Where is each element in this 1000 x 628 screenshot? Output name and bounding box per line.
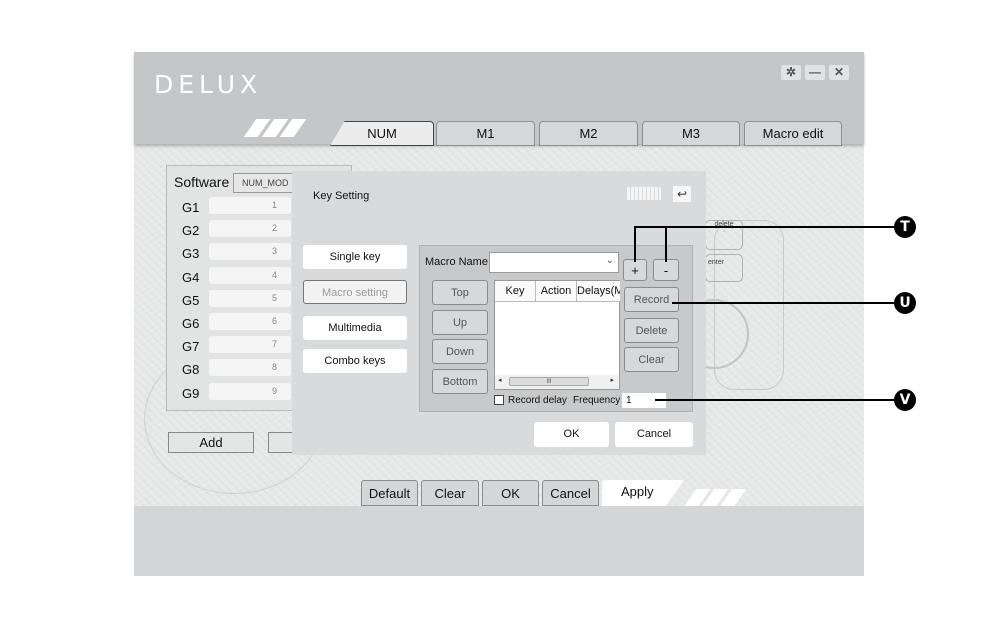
g-key-label: G2 [182,223,200,239]
software-label: Software [174,174,230,190]
footer-bar [134,506,864,576]
macro-clear-button[interactable]: Clear [624,347,679,372]
record-delay-checkbox[interactable] [494,395,504,405]
top-button[interactable]: Top [432,280,488,305]
callout-badge-t: T [894,216,916,238]
settings-button[interactable]: ✲ [781,65,801,80]
clear-button[interactable]: Clear [421,480,479,506]
dialog-title: Key Setting [313,190,370,202]
dialog-cancel-button[interactable]: Cancel [615,422,693,447]
macro-setting-button[interactable]: Macro setting [303,280,407,304]
g-key-label: G5 [182,292,200,308]
callout-line-t-plus [634,226,636,262]
ok-button[interactable]: OK [482,480,539,506]
callout-line-t [634,226,896,228]
dialog-ok-button[interactable]: OK [534,422,609,447]
gear-icon: ✲ [785,65,797,79]
g-key-label: G4 [182,269,200,285]
bg-key-enter: enter [705,254,743,282]
horizontal-scrollbar[interactable]: ◂ III ▸ [495,375,619,389]
callout-line-t-minus [665,226,667,262]
callout-badge-v: V [894,389,916,411]
up-button[interactable]: Up [432,310,488,335]
record-button[interactable]: Record [624,287,679,312]
minimize-button[interactable]: — [805,65,825,80]
keyboard-icon[interactable] [627,187,661,200]
column-header-key[interactable]: Key [495,281,536,302]
g-key-field[interactable]: 7 [209,336,291,354]
frequency-label: Frequency [573,395,621,406]
combo-keys-button[interactable]: Combo keys [303,349,407,373]
g-key-label: G1 [182,200,200,215]
add-macro-button[interactable]: + [623,259,647,281]
bg-key-delete: delete · [705,220,743,250]
g-key-field[interactable]: 6 [209,313,291,330]
g-key-label: G3 [182,246,200,262]
tab-m3[interactable]: M3 [642,121,740,146]
g-key-field[interactable]: 2 [209,220,291,238]
tab-m2[interactable]: M2 [539,121,638,146]
tab-m1[interactable]: M1 [436,121,535,146]
down-button[interactable]: Down [432,339,488,364]
callout-line-u [672,302,896,304]
g-key-field[interactable]: 1 [209,197,291,214]
tab-num[interactable]: NUM [330,121,434,146]
column-header-action[interactable]: Action [536,281,577,302]
remove-macro-button[interactable]: - [653,259,679,281]
g-key-label: G7 [182,339,200,355]
bottom-button[interactable]: Bottom [432,369,488,394]
g-key-field[interactable]: 4 [209,266,291,284]
default-button[interactable]: Default [361,480,418,506]
tab-macro-edit[interactable]: Macro edit [744,121,842,146]
scroll-right-icon[interactable]: ▸ [610,376,614,384]
g-key-label: G8 [182,362,200,378]
g-key-label: G6 [182,316,200,331]
scroll-left-icon[interactable]: ◂ [498,376,502,384]
undo-icon[interactable]: ↩ [673,186,691,202]
close-icon: ✕ [833,65,845,79]
macro-events-list[interactable]: Key Action Delays(M ◂ III ▸ [494,280,620,390]
single-key-button[interactable]: Single key [303,245,407,269]
stripes-decoration [243,119,307,137]
record-delay-label: Record delay [508,395,567,406]
macro-name-label: Macro Name [425,256,488,268]
g-key-field[interactable]: 9 [209,382,291,400]
stripes-decoration-bottom [683,489,747,507]
column-header-delays[interactable]: Delays(M [577,281,620,302]
macro-name-select[interactable]: ⌄ [489,252,619,273]
multimedia-button[interactable]: Multimedia [303,316,407,340]
callout-line-v [655,399,896,401]
g-key-label: G9 [182,385,200,401]
delux-logo: DELUX [154,70,263,99]
cancel-button[interactable]: Cancel [542,480,599,506]
minimize-icon: — [809,65,821,79]
scroll-thumb[interactable]: III [509,377,589,386]
delete-button[interactable]: Delete [624,318,679,343]
g-key-field[interactable]: 8 [209,359,291,377]
callout-badge-u: U [894,292,916,314]
chevron-down-icon: ⌄ [605,255,614,266]
g-key-field[interactable]: 5 [209,289,291,307]
add-button[interactable]: Add [168,432,254,453]
close-button[interactable]: ✕ [829,65,849,80]
g-key-field[interactable]: 3 [209,243,291,261]
